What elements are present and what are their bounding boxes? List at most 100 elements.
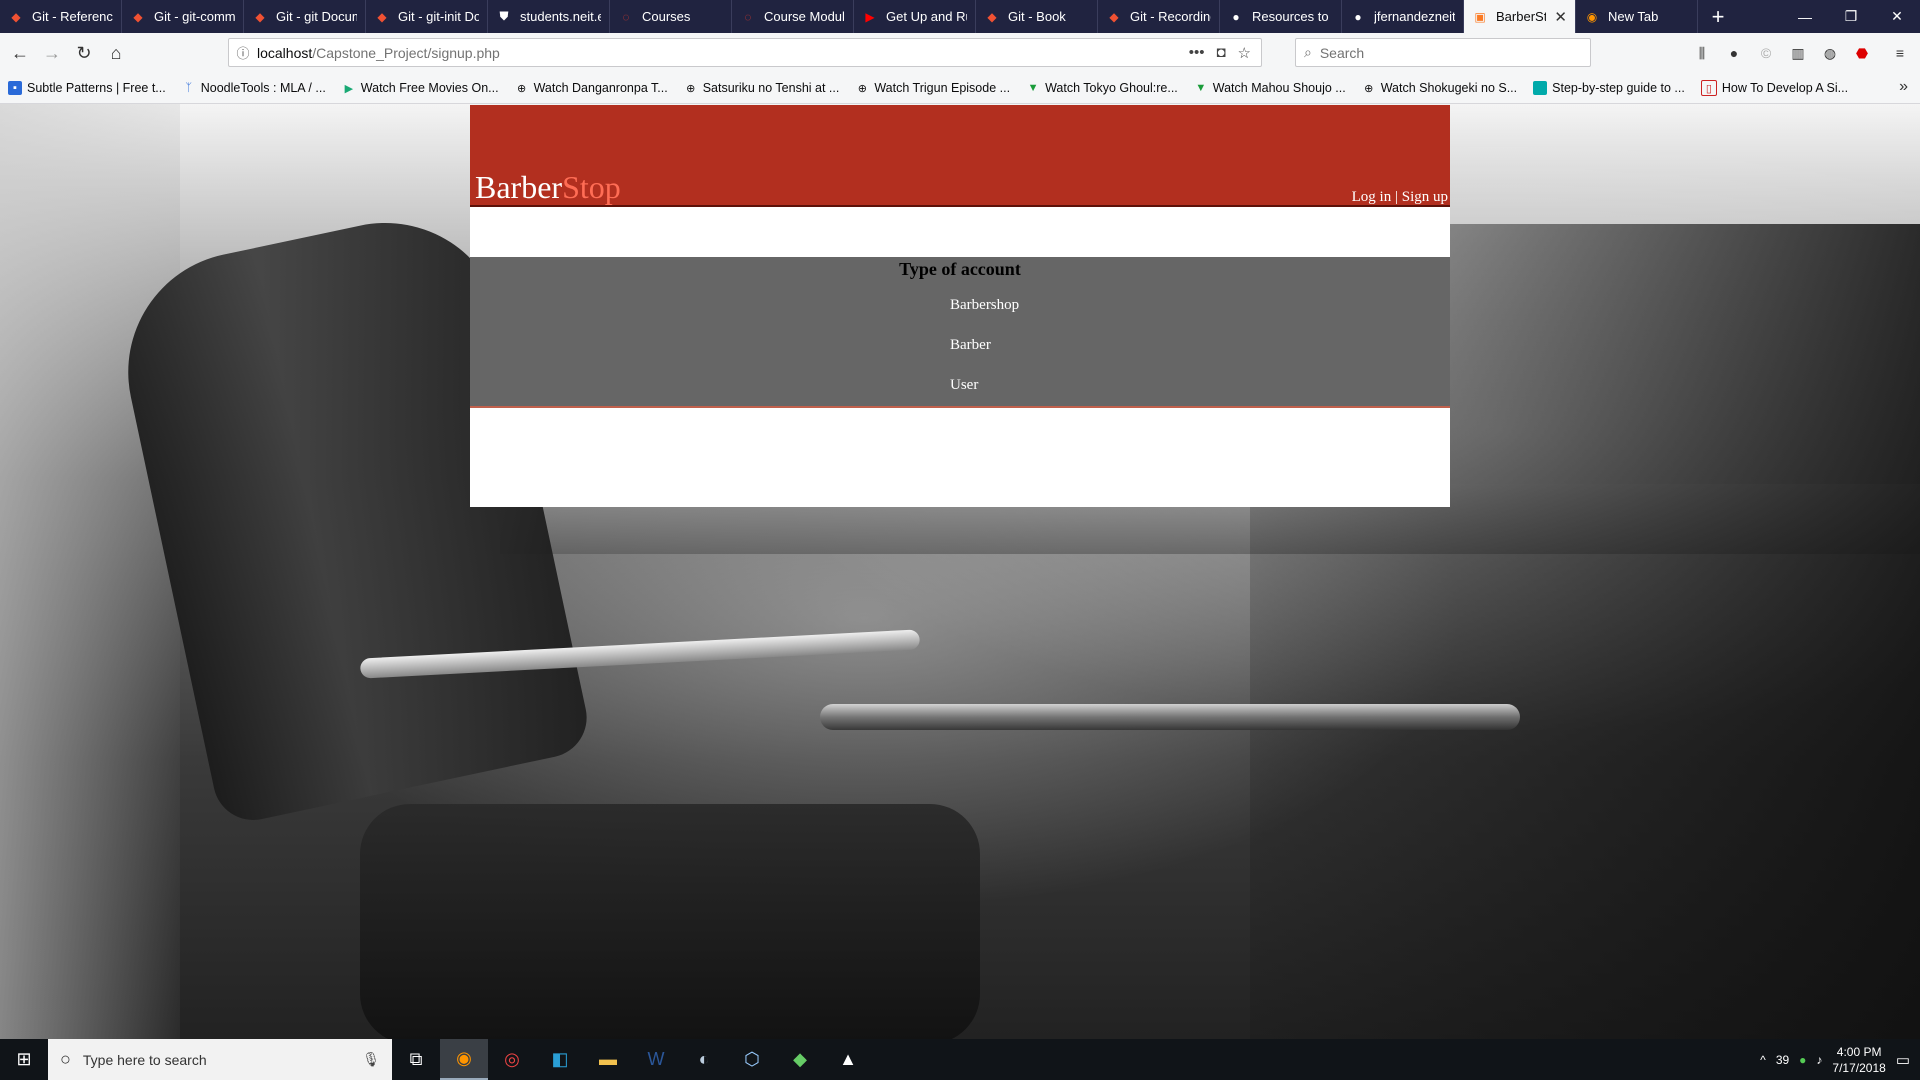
tab-git-reference[interactable]: ◆ Git - Reference	[0, 0, 122, 33]
tab-resources[interactable]: ● Resources to le	[1220, 0, 1342, 33]
url-path: /Capstone_Project/signup.php	[312, 44, 500, 61]
forward-arrow-icon[interactable]: →	[36, 37, 68, 69]
bookmark-label: Step-by-step guide to ...	[1552, 81, 1685, 95]
home-icon[interactable]: ⌂	[100, 37, 132, 69]
tab-title: Courses	[642, 9, 691, 24]
bookmark-item[interactable]: ▼ Watch Tokyo Ghoul:re...	[1018, 81, 1186, 95]
auth-links: Log in | Sign up	[1352, 189, 1448, 206]
minimize-icon[interactable]: —	[1782, 0, 1828, 33]
info-icon[interactable]: ⓘ	[229, 43, 257, 62]
tab-git-book[interactable]: ◆ Git - Book	[976, 0, 1098, 33]
tab-barberstop[interactable]: ▣ BarberStop ✕	[1464, 0, 1576, 33]
logo-part2: Stop	[562, 169, 621, 205]
reload-icon[interactable]: ↻	[68, 37, 100, 69]
tab-students-neit[interactable]: ⛊ students.neit.e	[488, 0, 610, 33]
tab-git-recording[interactable]: ◆ Git - Recording	[1098, 0, 1220, 33]
new-tab-plus-icon[interactable]: +	[1698, 0, 1738, 33]
git-icon: ◆	[377, 9, 387, 24]
tab-courses[interactable]: ◌ Courses	[610, 0, 732, 33]
tab-course-module[interactable]: ◌ Course Module	[732, 0, 854, 33]
navigation-bar: ← → ↻ ⌂ ⓘ localhost/Capstone_Project/sig…	[0, 33, 1920, 74]
bookmark-item[interactable]: ⊕ Satsuriku no Tenshi at ...	[676, 81, 848, 95]
bookmark-item[interactable]: ⊕ Watch Shokugeki no S...	[1354, 81, 1525, 95]
task-view-icon[interactable]: ⧉	[392, 1039, 440, 1080]
photos-icon[interactable]: ▲	[824, 1039, 872, 1080]
restore-icon[interactable]: ❐	[1828, 0, 1874, 33]
signup-link[interactable]: Sign up	[1402, 189, 1448, 205]
microphone-icon[interactable]: 🎙︎	[362, 1051, 380, 1068]
site-logo[interactable]: BarberStop	[475, 169, 621, 205]
visual-studio-code-icon[interactable]: ◧	[536, 1039, 584, 1080]
tab-title: Git - git-comm	[154, 9, 235, 24]
url-host: localhost	[257, 44, 313, 61]
tab-get-up-and-running[interactable]: ▶ Get Up and Ru	[854, 0, 976, 33]
tab-jfernandezneit[interactable]: ● jfernandezneit/	[1342, 0, 1464, 33]
volume-icon[interactable]: ♪	[1816, 1053, 1822, 1067]
adblock-icon[interactable]: ⬣	[1852, 43, 1872, 63]
network-icon[interactable]: ●	[1799, 1053, 1806, 1067]
bookmark-item[interactable]: ⊕ Watch Danganronpa T...	[507, 81, 676, 95]
steam-icon[interactable]: ◐	[680, 1039, 728, 1080]
git-icon: ◆	[255, 9, 265, 24]
system-tray: ^ 39 ● ♪ 4:00 PM 7/17/2018 ▭	[1760, 1039, 1920, 1080]
bookmark-item[interactable]: ▶ Watch Free Movies On...	[334, 81, 507, 95]
github-icon: ●	[1232, 9, 1240, 24]
close-window-icon[interactable]: ✕	[1874, 0, 1920, 33]
bookmark-item[interactable]: ▯ How To Develop A Si...	[1693, 80, 1856, 96]
back-arrow-icon[interactable]: ←	[4, 37, 36, 69]
firefox-taskbar-icon[interactable]: ◉	[440, 1039, 488, 1080]
bookmark-star-icon[interactable]: ☆	[1238, 44, 1251, 62]
tab-title: Git - Reference	[32, 9, 113, 24]
bookmark-item[interactable]: ▪ Step-by-step guide to ...	[1525, 81, 1693, 95]
bookmark-item[interactable]: ▪ Subtle Patterns | Free t...	[0, 81, 174, 95]
tab-git-docum[interactable]: ◆ Git - git Docum	[244, 0, 366, 33]
clock[interactable]: 4:00 PM 7/17/2018	[1832, 1044, 1885, 1076]
account-option-barber[interactable]: Barber	[950, 337, 991, 354]
close-tab-icon[interactable]: ✕	[1554, 8, 1567, 26]
search-input[interactable]: ⌕ Search	[1295, 38, 1591, 67]
notifications-icon[interactable]: ▭	[1896, 1051, 1910, 1069]
bookmark-item[interactable]: ᛉ NoodleTools : MLA / ...	[174, 81, 334, 95]
chrome-taskbar-icon[interactable]: ◎	[488, 1039, 536, 1080]
tab-new-tab[interactable]: ◉ New Tab	[1576, 0, 1698, 33]
url-bar[interactable]: ⓘ localhost/Capstone_Project/signup.php …	[228, 38, 1262, 67]
globe-icon: ⊕	[516, 82, 527, 95]
globe-icon: ⊕	[1364, 82, 1374, 95]
bookmark-label: Subtle Patterns | Free t...	[27, 81, 166, 95]
content-spacer	[470, 207, 1450, 257]
account-option-user[interactable]: User	[950, 377, 978, 394]
extension-icon[interactable]: ●	[1724, 43, 1744, 63]
login-link[interactable]: Log in	[1352, 189, 1392, 205]
bookmark-item[interactable]: ⊕ Watch Trigun Episode ...	[847, 81, 1018, 95]
chevron-up-icon[interactable]: ^	[1760, 1053, 1766, 1067]
account-option-barbershop[interactable]: Barbershop	[950, 297, 1019, 314]
menu-hamburger-icon[interactable]: ≡	[1890, 43, 1910, 63]
gitkraken-icon[interactable]: ◆	[776, 1039, 824, 1080]
app-cube-icon[interactable]: ⬡	[728, 1039, 776, 1080]
sidebar-icon[interactable]: ▥	[1788, 43, 1808, 63]
tv-favicon-icon: ▼	[1195, 82, 1207, 94]
git-icon: ◆	[987, 9, 997, 24]
firefox-icon: ◉	[1586, 9, 1598, 24]
word-icon[interactable]: W	[632, 1039, 680, 1080]
auth-separator: |	[1391, 189, 1402, 205]
extension-icon[interactable]: ◍	[1820, 43, 1840, 63]
page-actions-icon[interactable]: •••	[1189, 44, 1205, 62]
bookmark-label: Satsuriku no Tenshi at ...	[702, 81, 840, 95]
extension-icon[interactable]: ©	[1756, 43, 1776, 63]
tab-git-commit[interactable]: ◆ Git - git-comm	[122, 0, 244, 33]
bookmarks-overflow-icon[interactable]: »	[1899, 78, 1908, 96]
pocket-icon[interactable]: ◘	[1216, 44, 1225, 62]
content-footer-area	[470, 408, 1450, 507]
bookmark-label: Watch Mahou Shoujo ...	[1212, 81, 1346, 95]
bookmark-item[interactable]: ▼ Watch Mahou Shoujo ...	[1186, 81, 1354, 95]
windows-start-icon[interactable]: ⊞	[0, 1039, 48, 1080]
tab-git-init[interactable]: ◆ Git - git-init Do	[366, 0, 488, 33]
site-container: BarberStop Log in | Sign up Type of acco…	[470, 105, 1450, 507]
taskbar-search-input[interactable]: ○ Type here to search 🎙︎	[48, 1039, 392, 1080]
account-type-panel: Type of account Barbershop Barber User	[470, 257, 1450, 408]
file-explorer-icon[interactable]: ▬	[584, 1039, 632, 1080]
library-icon[interactable]: ⫼	[1692, 43, 1712, 63]
tab-title: Course Module	[764, 9, 845, 24]
site-header: BarberStop Log in | Sign up	[470, 105, 1450, 207]
